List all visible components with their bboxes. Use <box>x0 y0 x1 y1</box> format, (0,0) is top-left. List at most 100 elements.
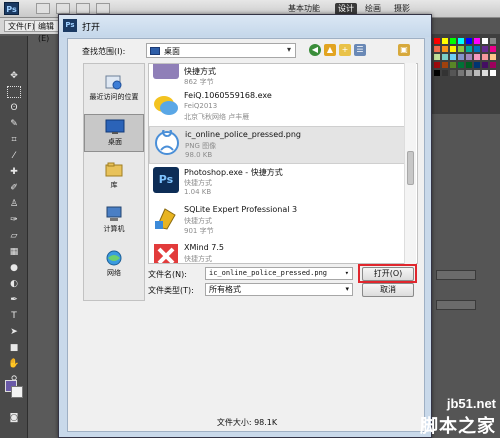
swatch[interactable] <box>474 62 480 68</box>
place-computer[interactable]: 计算机 <box>84 202 144 240</box>
chevron-down-icon[interactable]: ▾ <box>345 284 349 295</box>
view-extras-button[interactable] <box>76 3 90 14</box>
swatch[interactable] <box>450 62 456 68</box>
swatch[interactable] <box>490 70 496 76</box>
swatch[interactable] <box>482 54 488 60</box>
zoom-level-button[interactable] <box>96 3 110 14</box>
marquee-tool-icon[interactable] <box>7 86 21 98</box>
list-item[interactable]: SQLite Expert Professional 3 快捷方式 901 字节 <box>149 202 409 240</box>
dialog-title-bar[interactable]: Ps 打开 <box>59 15 431 37</box>
swatch[interactable] <box>474 70 480 76</box>
crop-tool-icon[interactable]: ⌗ <box>7 134 21 146</box>
scroll-thumb[interactable] <box>407 151 414 185</box>
sqlite-icon <box>155 208 176 230</box>
clone-stamp-tool-icon[interactable]: ♙ <box>7 198 21 210</box>
swatch[interactable] <box>482 46 488 52</box>
swatch[interactable] <box>466 54 472 60</box>
swatches-panel[interactable] <box>432 34 500 114</box>
filename-input[interactable]: ic_online_police_pressed.png ▾ <box>205 267 353 280</box>
eyedropper-tool-icon[interactable]: ⁄ <box>7 150 21 162</box>
bridge-button[interactable] <box>36 3 50 14</box>
swatch[interactable] <box>458 38 464 44</box>
new-folder-icon[interactable]: + <box>339 44 351 56</box>
swatch[interactable] <box>458 46 464 52</box>
swatch[interactable] <box>482 38 488 44</box>
lasso-tool-icon[interactable]: ʘ <box>7 102 21 114</box>
swatch[interactable] <box>482 70 488 76</box>
hand-tool-icon[interactable]: ✋ <box>7 358 21 370</box>
gradient-tool-icon[interactable]: ▦ <box>7 246 21 258</box>
list-item[interactable]: XMind 7.5 快捷方式 <box>149 240 409 263</box>
blur-tool-icon[interactable]: ● <box>7 262 21 274</box>
mini-bridge-button[interactable] <box>56 3 70 14</box>
swatch[interactable] <box>466 38 472 44</box>
path-select-tool-icon[interactable]: ➤ <box>7 326 21 338</box>
swatch[interactable] <box>466 46 472 52</box>
swatch[interactable] <box>434 54 440 60</box>
swatch[interactable] <box>434 38 440 44</box>
swatch[interactable] <box>474 54 480 60</box>
type-tool-icon[interactable]: T <box>7 310 21 322</box>
channels-panel-tab[interactable] <box>436 300 476 310</box>
swatch[interactable] <box>442 46 448 52</box>
swatch[interactable] <box>466 62 472 68</box>
cancel-button[interactable]: 取消 <box>362 283 414 297</box>
dialog-title: 打开 <box>82 23 101 33</box>
healing-tool-icon[interactable]: ✚ <box>7 166 21 178</box>
file-company: 北京飞秋网络 卢丰雁 <box>184 113 250 121</box>
swatch[interactable] <box>490 54 496 60</box>
place-desktop[interactable]: 桌面 <box>84 114 144 152</box>
chevron-down-icon[interactable]: ▾ <box>345 268 349 279</box>
history-brush-tool-icon[interactable]: ✑ <box>7 214 21 226</box>
view-menu-icon[interactable]: ☰ <box>354 44 366 56</box>
swatch[interactable] <box>442 62 448 68</box>
swatch[interactable] <box>490 38 496 44</box>
watermark-url: jb51.net <box>446 396 496 411</box>
background-color-swatch[interactable] <box>11 386 23 398</box>
back-icon[interactable]: ◀ <box>309 44 321 56</box>
place-libraries[interactable]: 库 <box>84 158 144 196</box>
layers-panel-tab[interactable] <box>436 270 476 280</box>
swatch[interactable] <box>434 70 440 76</box>
swatch[interactable] <box>450 54 456 60</box>
swatch[interactable] <box>458 70 464 76</box>
list-item[interactable]: 快捷方式 862 字节 <box>149 64 409 88</box>
look-in-select[interactable]: 桌面 ▾ <box>146 43 296 58</box>
quick-mask-icon[interactable]: ◙ <box>7 412 21 424</box>
swatch[interactable] <box>482 62 488 68</box>
swatch[interactable] <box>458 54 464 60</box>
menu-edit[interactable]: 编辑(E) <box>34 20 60 43</box>
list-item[interactable]: FeiQ.1060559168.exe FeiQ2013 北京飞秋网络 卢丰雁 <box>149 88 409 126</box>
up-folder-icon[interactable]: ▲ <box>324 44 336 56</box>
place-recent[interactable]: 最近访问的位置 <box>84 70 144 108</box>
swatch[interactable] <box>450 70 456 76</box>
swatch[interactable] <box>434 46 440 52</box>
swatch[interactable] <box>490 46 496 52</box>
swatch[interactable] <box>442 38 448 44</box>
quick-select-tool-icon[interactable]: ✎ <box>7 118 21 130</box>
swatch[interactable] <box>442 54 448 60</box>
list-item[interactable]: ic_online_police_pressed.png PNG 图像 98.0… <box>149 126 409 164</box>
dodge-tool-icon[interactable]: ◐ <box>7 278 21 290</box>
swatch[interactable] <box>474 46 480 52</box>
open-button[interactable]: 打开(O) <box>362 267 414 281</box>
list-item[interactable]: Ps Photoshop.exe - 快捷方式 快捷方式 1.04 KB <box>149 164 409 202</box>
swatch[interactable] <box>450 46 456 52</box>
swatch[interactable] <box>442 70 448 76</box>
swatch[interactable] <box>474 38 480 44</box>
shape-tool-icon[interactable]: ■ <box>7 342 21 354</box>
move-tool-icon[interactable]: ✥ <box>7 70 21 82</box>
file-list-scrollbar[interactable] <box>404 63 416 264</box>
folder-icon[interactable]: ▣ <box>398 44 410 56</box>
place-network[interactable]: 网络 <box>84 246 144 284</box>
swatch[interactable] <box>458 62 464 68</box>
swatch[interactable] <box>434 62 440 68</box>
swatch[interactable] <box>450 38 456 44</box>
dialog-body: 查找范围(I): 桌面 ▾ ◀ ▲ + ☰ ▣ 最近访问的位置 桌面 库 计算机… <box>67 38 425 432</box>
swatch[interactable] <box>490 62 496 68</box>
swatch[interactable] <box>466 70 472 76</box>
pen-tool-icon[interactable]: ✒ <box>7 294 21 306</box>
brush-tool-icon[interactable]: ✐ <box>7 182 21 194</box>
filetype-select[interactable]: 所有格式 ▾ <box>205 283 353 296</box>
eraser-tool-icon[interactable]: ▱ <box>7 230 21 242</box>
